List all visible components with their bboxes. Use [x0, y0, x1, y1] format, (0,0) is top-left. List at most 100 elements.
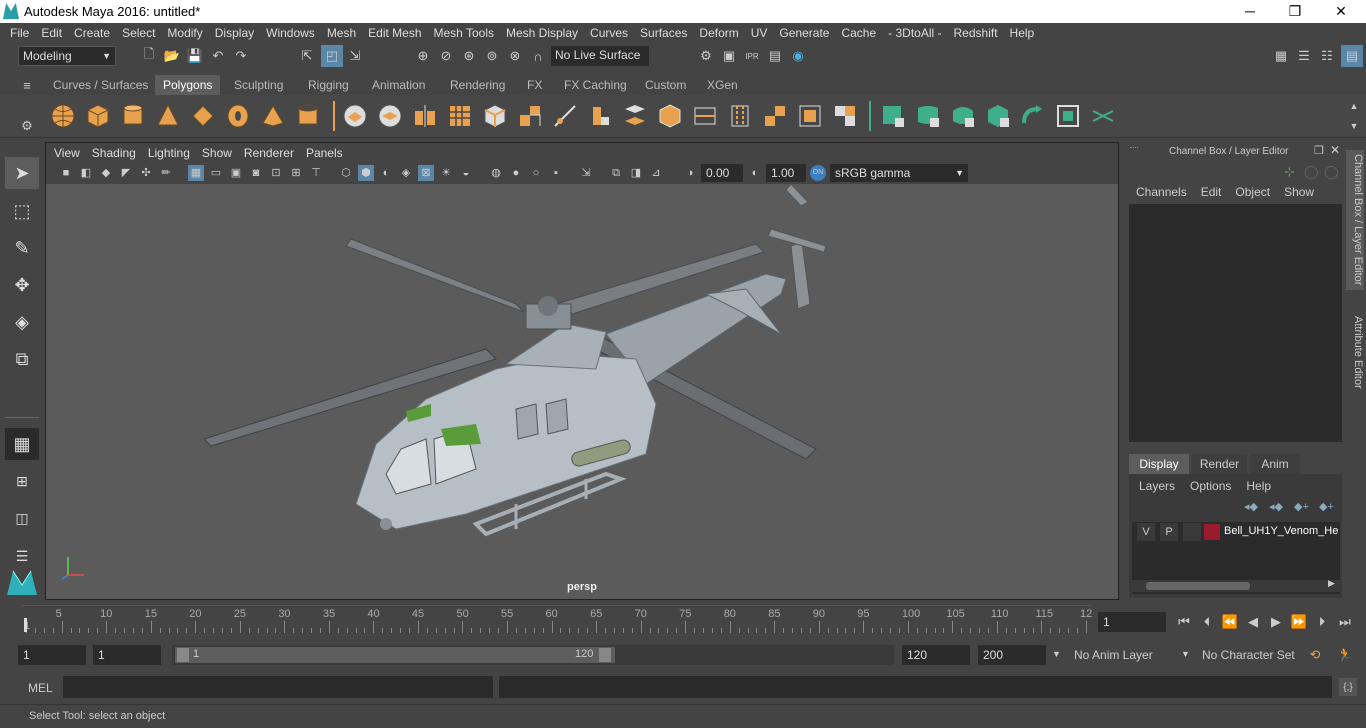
- select-object-icon[interactable]: ◰: [321, 45, 343, 67]
- poly-pyramid-icon[interactable]: [260, 103, 286, 129]
- gamma-icon[interactable]: ◐: [747, 165, 763, 181]
- xray-joints-icon[interactable]: ⧉: [608, 165, 624, 181]
- redo-icon[interactable]: ↷: [232, 47, 250, 65]
- step-forward-frame-icon[interactable]: ⏵: [1313, 613, 1331, 631]
- render-view-icon[interactable]: ▤: [766, 47, 784, 65]
- vp-menu-panels[interactable]: Panels: [300, 146, 349, 160]
- xray-icon[interactable]: ⇲: [578, 165, 594, 181]
- current-time-marker[interactable]: [24, 618, 27, 632]
- menu-display[interactable]: Display: [209, 26, 260, 40]
- menu-cache[interactable]: Cache: [835, 26, 882, 40]
- save-scene-icon[interactable]: 💾: [186, 47, 204, 65]
- multi-cut-icon[interactable]: [552, 103, 578, 129]
- cylindrical-uv-icon[interactable]: [915, 103, 941, 129]
- planar-uv-icon[interactable]: [880, 103, 906, 129]
- menu-3dtoall[interactable]: - 3DtoAll -: [882, 26, 947, 40]
- channel-list[interactable]: [1129, 204, 1342, 442]
- cb-menu-edit[interactable]: Edit: [1201, 185, 1222, 199]
- merge-icon[interactable]: [832, 103, 858, 129]
- vp-menu-view[interactable]: View: [48, 146, 86, 160]
- vp-menu-lighting[interactable]: Lighting: [142, 146, 196, 160]
- current-frame-field[interactable]: 1: [1098, 612, 1166, 632]
- poly-torus-icon[interactable]: [225, 103, 251, 129]
- resolution-gate-icon[interactable]: ▣: [228, 165, 244, 181]
- scale-tool-icon[interactable]: ⧉: [5, 343, 39, 375]
- film-gate-icon[interactable]: ▭: [208, 165, 224, 181]
- menu-edit-mesh[interactable]: Edit Mesh: [362, 26, 427, 40]
- safe-title-icon[interactable]: ⊤: [308, 165, 324, 181]
- float-panel-icon[interactable]: ❐: [1314, 144, 1324, 157]
- speed-icon[interactable]: ◯: [1324, 164, 1339, 180]
- tab-curves-surfaces[interactable]: Curves / Surfaces: [45, 75, 156, 95]
- move-layer-up-icon[interactable]: ◂◆: [1244, 500, 1258, 513]
- attribute-icon[interactable]: ⊹: [1284, 164, 1295, 180]
- menu-surfaces[interactable]: Surfaces: [634, 26, 693, 40]
- tab-fx[interactable]: FX: [519, 75, 550, 95]
- extrude-icon[interactable]: [587, 103, 613, 129]
- poly-cube-icon[interactable]: [85, 103, 111, 129]
- select-component-icon[interactable]: ⇲: [346, 47, 364, 65]
- perspective-viewport[interactable]: View Shading Lighting Show Renderer Pane…: [45, 142, 1119, 600]
- tab-display[interactable]: Display: [1129, 454, 1189, 474]
- multisample-aa-icon[interactable]: ●: [508, 165, 524, 181]
- shadows-icon[interactable]: ☀: [438, 165, 454, 181]
- channel-box-toggle-icon[interactable]: ▤: [1341, 45, 1363, 67]
- camera-attributes-icon[interactable]: ◧: [78, 165, 94, 181]
- menu-mesh-display[interactable]: Mesh Display: [500, 26, 584, 40]
- magnet-icon[interactable]: ∩: [529, 47, 547, 65]
- smooth-shade-icon[interactable]: ⬢: [358, 165, 374, 181]
- rotate-tool-icon[interactable]: ◈: [5, 306, 39, 338]
- menu-curves[interactable]: Curves: [584, 26, 634, 40]
- modeling-toolkit-icon[interactable]: ▦: [1272, 47, 1290, 65]
- range-end-grip[interactable]: [599, 648, 611, 662]
- character-set-dropdown[interactable]: No Character Set: [1196, 645, 1300, 665]
- menu-file[interactable]: File: [4, 26, 35, 40]
- uv-unfold-icon[interactable]: [1090, 103, 1116, 129]
- tab-rendering[interactable]: Rendering: [442, 75, 513, 95]
- step-back-frame-icon[interactable]: ⏴: [1198, 613, 1216, 631]
- manipulator-icon[interactable]: ◯: [1304, 164, 1319, 180]
- select-tool-icon[interactable]: ➤: [5, 157, 39, 189]
- new-scene-icon[interactable]: 🗋: [140, 46, 158, 65]
- layer-name[interactable]: Bell_UH1Y_Venom_Hel: [1224, 525, 1338, 537]
- tab-rigging[interactable]: Rigging: [300, 75, 357, 95]
- animation-end-field[interactable]: 200: [978, 645, 1046, 665]
- script-editor-icon[interactable]: {;}: [1339, 678, 1357, 696]
- select-hierarchy-icon[interactable]: ⇱: [298, 47, 316, 65]
- cb-menu-show[interactable]: Show: [1284, 185, 1314, 199]
- helicopter-model[interactable]: [46, 184, 1118, 599]
- menu-select[interactable]: Select: [116, 26, 161, 40]
- snap-grid-icon[interactable]: ⊕: [414, 47, 432, 65]
- mode-selector[interactable]: Modeling ▼: [18, 46, 116, 66]
- shelf-scroll-up-icon[interactable]: ▲: [1345, 97, 1363, 115]
- shelf-menu-icon[interactable]: ≡: [18, 76, 36, 94]
- layer-menu-options[interactable]: Options: [1190, 479, 1231, 493]
- depth-of-field-icon[interactable]: ○: [528, 165, 544, 181]
- command-input[interactable]: [63, 676, 493, 698]
- undo-icon[interactable]: ↶: [209, 47, 227, 65]
- gate-mask-icon[interactable]: ◙: [248, 165, 264, 181]
- menu-modify[interactable]: Modify: [161, 26, 208, 40]
- menu-windows[interactable]: Windows: [260, 26, 321, 40]
- time-ruler[interactable]: 1 5 10 15 20 25 30 35 40 45 50 55 60 65 70 75 80 85 90 95 10…: [22, 605, 1092, 633]
- poly-pipe-icon[interactable]: [295, 103, 321, 129]
- cb-menu-channels[interactable]: Channels: [1136, 185, 1187, 199]
- snap-view-icon[interactable]: ⊚: [483, 47, 501, 65]
- snap-point-icon[interactable]: ⊛: [460, 47, 478, 65]
- animation-start-field[interactable]: 1: [18, 645, 86, 665]
- step-forward-key-icon[interactable]: ⏩: [1290, 613, 1308, 631]
- snap-surface-icon[interactable]: ⊗: [506, 47, 524, 65]
- layer-playback-toggle[interactable]: P: [1160, 523, 1178, 541]
- gamma-field[interactable]: 1.00: [766, 164, 806, 182]
- go-to-end-icon[interactable]: ⏭: [1336, 613, 1354, 631]
- append-polygon-icon[interactable]: [762, 103, 788, 129]
- animation-preferences-icon[interactable]: 🏃: [1336, 646, 1354, 664]
- menu-help[interactable]: Help: [1004, 26, 1041, 40]
- play-forwards-icon[interactable]: ▶: [1267, 613, 1285, 631]
- tab-attribute-editor[interactable]: Attribute Editor: [1346, 307, 1364, 397]
- separate-icon[interactable]: [377, 103, 403, 129]
- shelf-scroll-down-icon[interactable]: ▼: [1345, 117, 1363, 135]
- chevron-down-icon[interactable]: ▼: [1052, 649, 1061, 659]
- layer-horizontal-scrollbar[interactable]: ▶: [1132, 578, 1340, 592]
- bookmark-icon[interactable]: ◆: [98, 165, 114, 181]
